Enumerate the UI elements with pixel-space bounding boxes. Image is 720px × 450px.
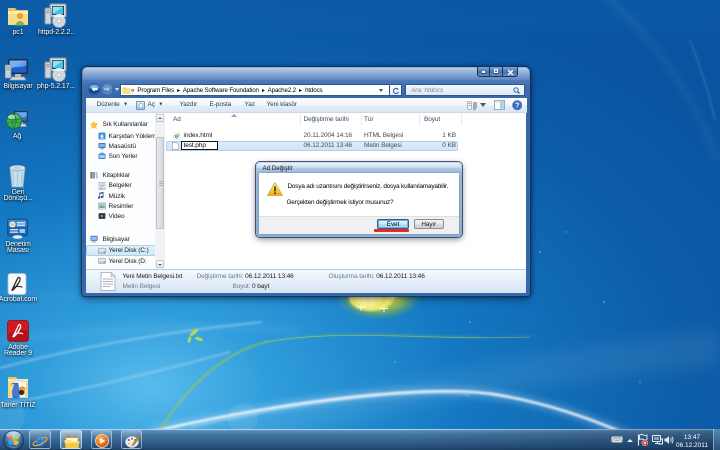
svg-text:?: ? (515, 102, 519, 110)
svg-text:e: e (35, 433, 45, 449)
svg-text:e: e (175, 132, 179, 140)
